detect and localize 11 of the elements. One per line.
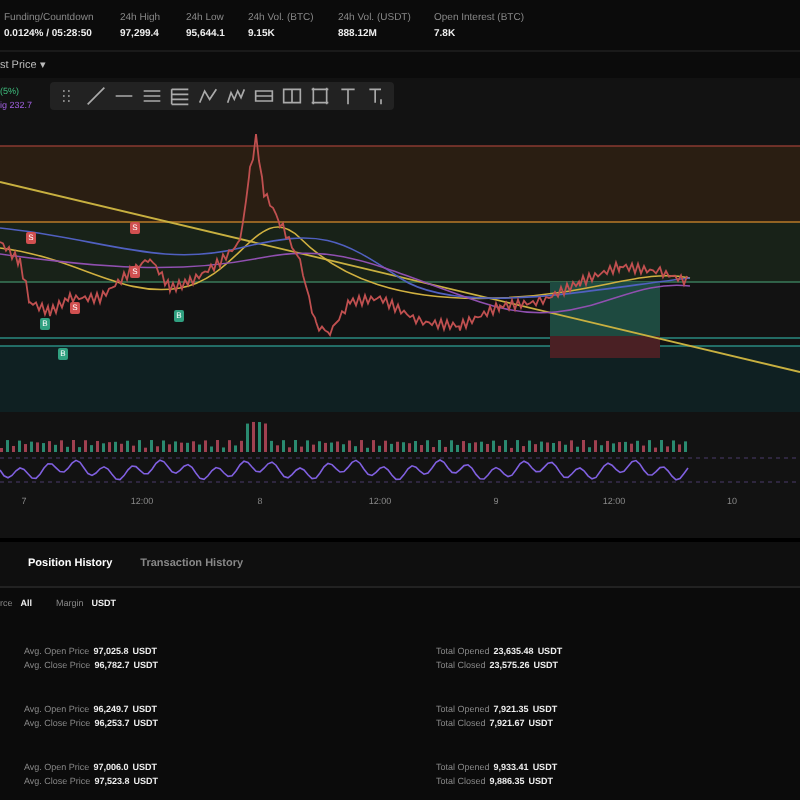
loss-zone xyxy=(550,336,660,358)
drawing-tool-icon[interactable] xyxy=(170,86,190,106)
drawing-tool-icon[interactable] xyxy=(86,86,106,106)
drawing-tool-icon[interactable] xyxy=(310,86,330,106)
drawing-tool-icon[interactable] xyxy=(366,86,386,106)
drawing-tool-icon[interactable] xyxy=(282,86,302,106)
drawing-tool-icon[interactable] xyxy=(142,86,162,106)
drawing-tool-icon[interactable] xyxy=(226,86,246,106)
drawing-tool-icon[interactable] xyxy=(198,86,218,106)
drawing-tool-icon[interactable] xyxy=(338,86,358,106)
drawing-tool-icon[interactable] xyxy=(254,86,274,106)
